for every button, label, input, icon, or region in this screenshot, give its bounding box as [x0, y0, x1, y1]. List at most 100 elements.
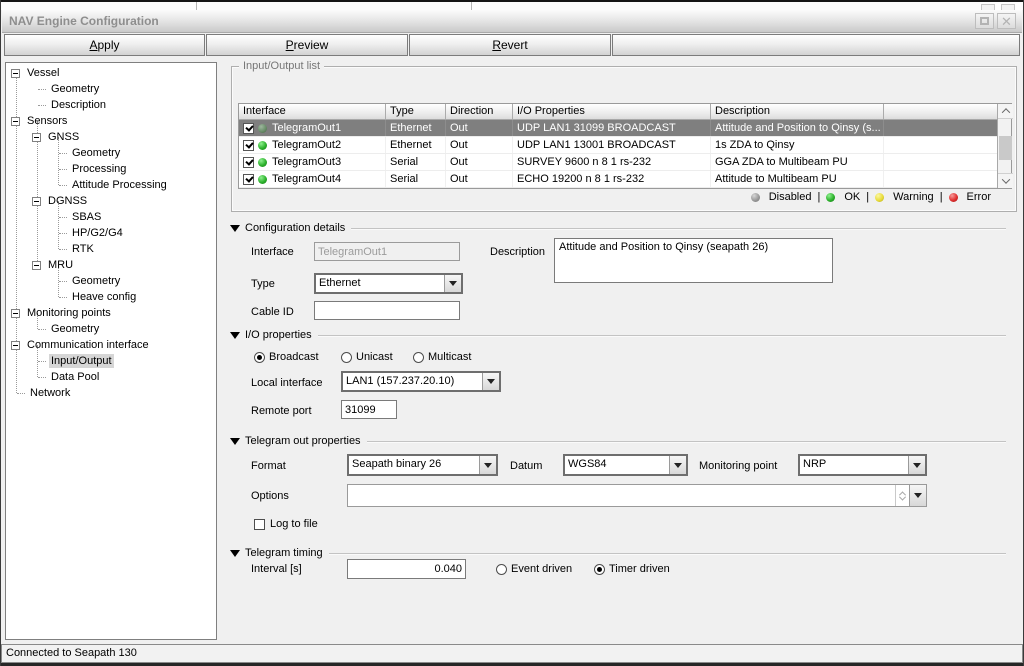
tree-item-sbas[interactable]: SBAS [6, 209, 216, 225]
apply-button[interactable]: Apply [4, 34, 205, 56]
table-scrollbar[interactable] [997, 104, 1011, 188]
scroll-up-icon[interactable] [998, 104, 1013, 119]
chevron-down-icon[interactable] [669, 456, 686, 474]
collapse-triangle-icon[interactable] [230, 225, 240, 232]
broadcast-radio[interactable]: Broadcast [254, 351, 319, 363]
collapse-icon[interactable] [11, 69, 20, 78]
log-to-file-checkbox[interactable]: Log to file [254, 518, 318, 530]
tree-item-attitude-processing[interactable]: Attitude Processing [6, 177, 216, 193]
local-interface-label: Local interface [251, 377, 323, 389]
collapse-icon[interactable] [11, 117, 20, 126]
type-label: Type [251, 278, 275, 290]
telegram-out-properties-header[interactable]: Telegram out properties [230, 435, 1006, 447]
chevron-down-icon[interactable] [908, 456, 925, 474]
tree-item-vessel-description[interactable]: Description [6, 97, 216, 113]
tree-item-monitoring-geometry[interactable]: Geometry [6, 321, 216, 337]
tree-item-hp-g2-g4[interactable]: HP/G2/G4 [6, 225, 216, 241]
checkbox-unchecked-icon [254, 519, 265, 530]
interface-label: Interface [251, 246, 294, 258]
column-header-io-properties[interactable]: I/O Properties [513, 104, 711, 119]
tree-item-rtk[interactable]: RTK [6, 241, 216, 257]
column-header-direction[interactable]: Direction [446, 104, 513, 119]
format-dropdown[interactable]: Seapath binary 26 [347, 454, 498, 476]
column-header-type[interactable]: Type [386, 104, 446, 119]
status-ok-icon [258, 124, 267, 133]
row-checkbox-checked[interactable] [243, 157, 254, 168]
collapse-icon[interactable] [32, 261, 41, 270]
monitoring-point-label: Monitoring point [699, 460, 777, 472]
radio-icon [413, 352, 424, 363]
table-row[interactable]: TelegramOut4 Serial Out ECHO 19200 n 8 1… [239, 171, 997, 188]
io-table: Interface Type Direction I/O Properties … [238, 103, 1012, 189]
tree-item-vessel-geometry[interactable]: Geometry [6, 81, 216, 97]
options-combobox[interactable] [347, 484, 927, 507]
table-header: Interface Type Direction I/O Properties … [239, 104, 997, 120]
chevron-down-icon[interactable] [479, 456, 496, 474]
local-interface-dropdown[interactable]: LAN1 (157.237.20.10) [341, 371, 501, 392]
tree-item-mru[interactable]: MRU [6, 257, 216, 273]
ok-status-icon [826, 193, 835, 202]
interval-field[interactable] [347, 559, 466, 579]
remote-port-field[interactable] [341, 400, 397, 419]
monitoring-point-dropdown[interactable]: NRP [798, 454, 927, 476]
collapse-triangle-icon[interactable] [230, 438, 240, 445]
tree-item-dgnss[interactable]: DGNSS [6, 193, 216, 209]
collapse-icon[interactable] [11, 341, 20, 350]
table-row[interactable]: TelegramOut2 Ethernet Out UDP LAN1 13001… [239, 137, 997, 154]
chevron-down-icon[interactable] [482, 373, 499, 390]
collapse-icon[interactable] [32, 133, 41, 142]
tree-item-monitoring-points[interactable]: Monitoring points [6, 305, 216, 321]
collapse-triangle-icon[interactable] [230, 550, 240, 557]
datum-dropdown[interactable]: WGS84 [563, 454, 688, 476]
format-label: Format [251, 460, 286, 472]
row-checkbox-checked[interactable] [243, 140, 254, 151]
column-header-interface[interactable]: Interface [239, 104, 386, 119]
row-checkbox-checked[interactable] [243, 174, 254, 185]
interface-field [314, 242, 460, 261]
tree-item-network[interactable]: Network [6, 385, 216, 401]
cable-id-field[interactable] [314, 301, 460, 320]
tree-item-data-pool[interactable]: Data Pool [6, 369, 216, 385]
radio-selected-icon [254, 352, 265, 363]
event-driven-radio[interactable]: Event driven [496, 563, 572, 575]
chevron-down-icon[interactable] [444, 275, 461, 292]
table-row[interactable]: TelegramOut3 Serial Out SURVEY 9600 n 8 … [239, 154, 997, 171]
type-dropdown[interactable]: Ethernet [314, 273, 463, 294]
io-properties-header[interactable]: I/O properties [230, 329, 1006, 341]
cable-id-label: Cable ID [251, 306, 294, 318]
description-field[interactable] [554, 238, 833, 283]
column-header-description[interactable]: Description [711, 104, 884, 119]
error-status-icon [949, 193, 958, 202]
tree-item-gnss-processing[interactable]: Processing [6, 161, 216, 177]
tree-item-heave-config[interactable]: Heave config [6, 289, 216, 305]
tree-item-mru-geometry[interactable]: Geometry [6, 273, 216, 289]
status-ok-icon [258, 158, 267, 167]
status-legend: Disabled | OK | Warning | Error [751, 191, 991, 203]
collapse-triangle-icon[interactable] [230, 332, 240, 339]
chevron-down-icon[interactable] [909, 485, 926, 506]
scrollbar-thumb[interactable] [999, 136, 1012, 160]
status-ok-icon [258, 175, 267, 184]
interval-label: Interval [s] [251, 563, 302, 575]
disabled-status-icon [751, 193, 760, 202]
tree-item-communication-interface[interactable]: Communication interface [6, 337, 216, 353]
table-row[interactable]: TelegramOut1 Ethernet Out UDP LAN1 31099… [239, 120, 997, 137]
column-header-empty[interactable] [884, 104, 997, 119]
collapse-icon[interactable] [32, 197, 41, 206]
scroll-down-icon[interactable] [998, 173, 1013, 188]
tree-item-input-output[interactable]: Input/Output [6, 353, 216, 369]
row-checkbox-checked[interactable] [243, 123, 254, 134]
window-title: NAV Engine Configuration [9, 14, 159, 28]
telegram-timing-header[interactable]: Telegram timing [230, 547, 1006, 559]
tree-item-gnss[interactable]: GNSS [6, 129, 216, 145]
multicast-radio[interactable]: Multicast [413, 351, 471, 363]
unicast-radio[interactable]: Unicast [341, 351, 393, 363]
configuration-details-header[interactable]: Configuration details [230, 222, 1006, 234]
status-ok-icon [258, 141, 267, 150]
tree-item-sensors[interactable]: Sensors [6, 113, 216, 129]
collapse-icon[interactable] [11, 309, 20, 318]
timer-driven-radio[interactable]: Timer driven [594, 563, 670, 575]
tree-item-gnss-geometry[interactable]: Geometry [6, 145, 216, 161]
tree-item-vessel[interactable]: Vessel [6, 65, 216, 81]
spinner-icon[interactable] [895, 485, 909, 506]
